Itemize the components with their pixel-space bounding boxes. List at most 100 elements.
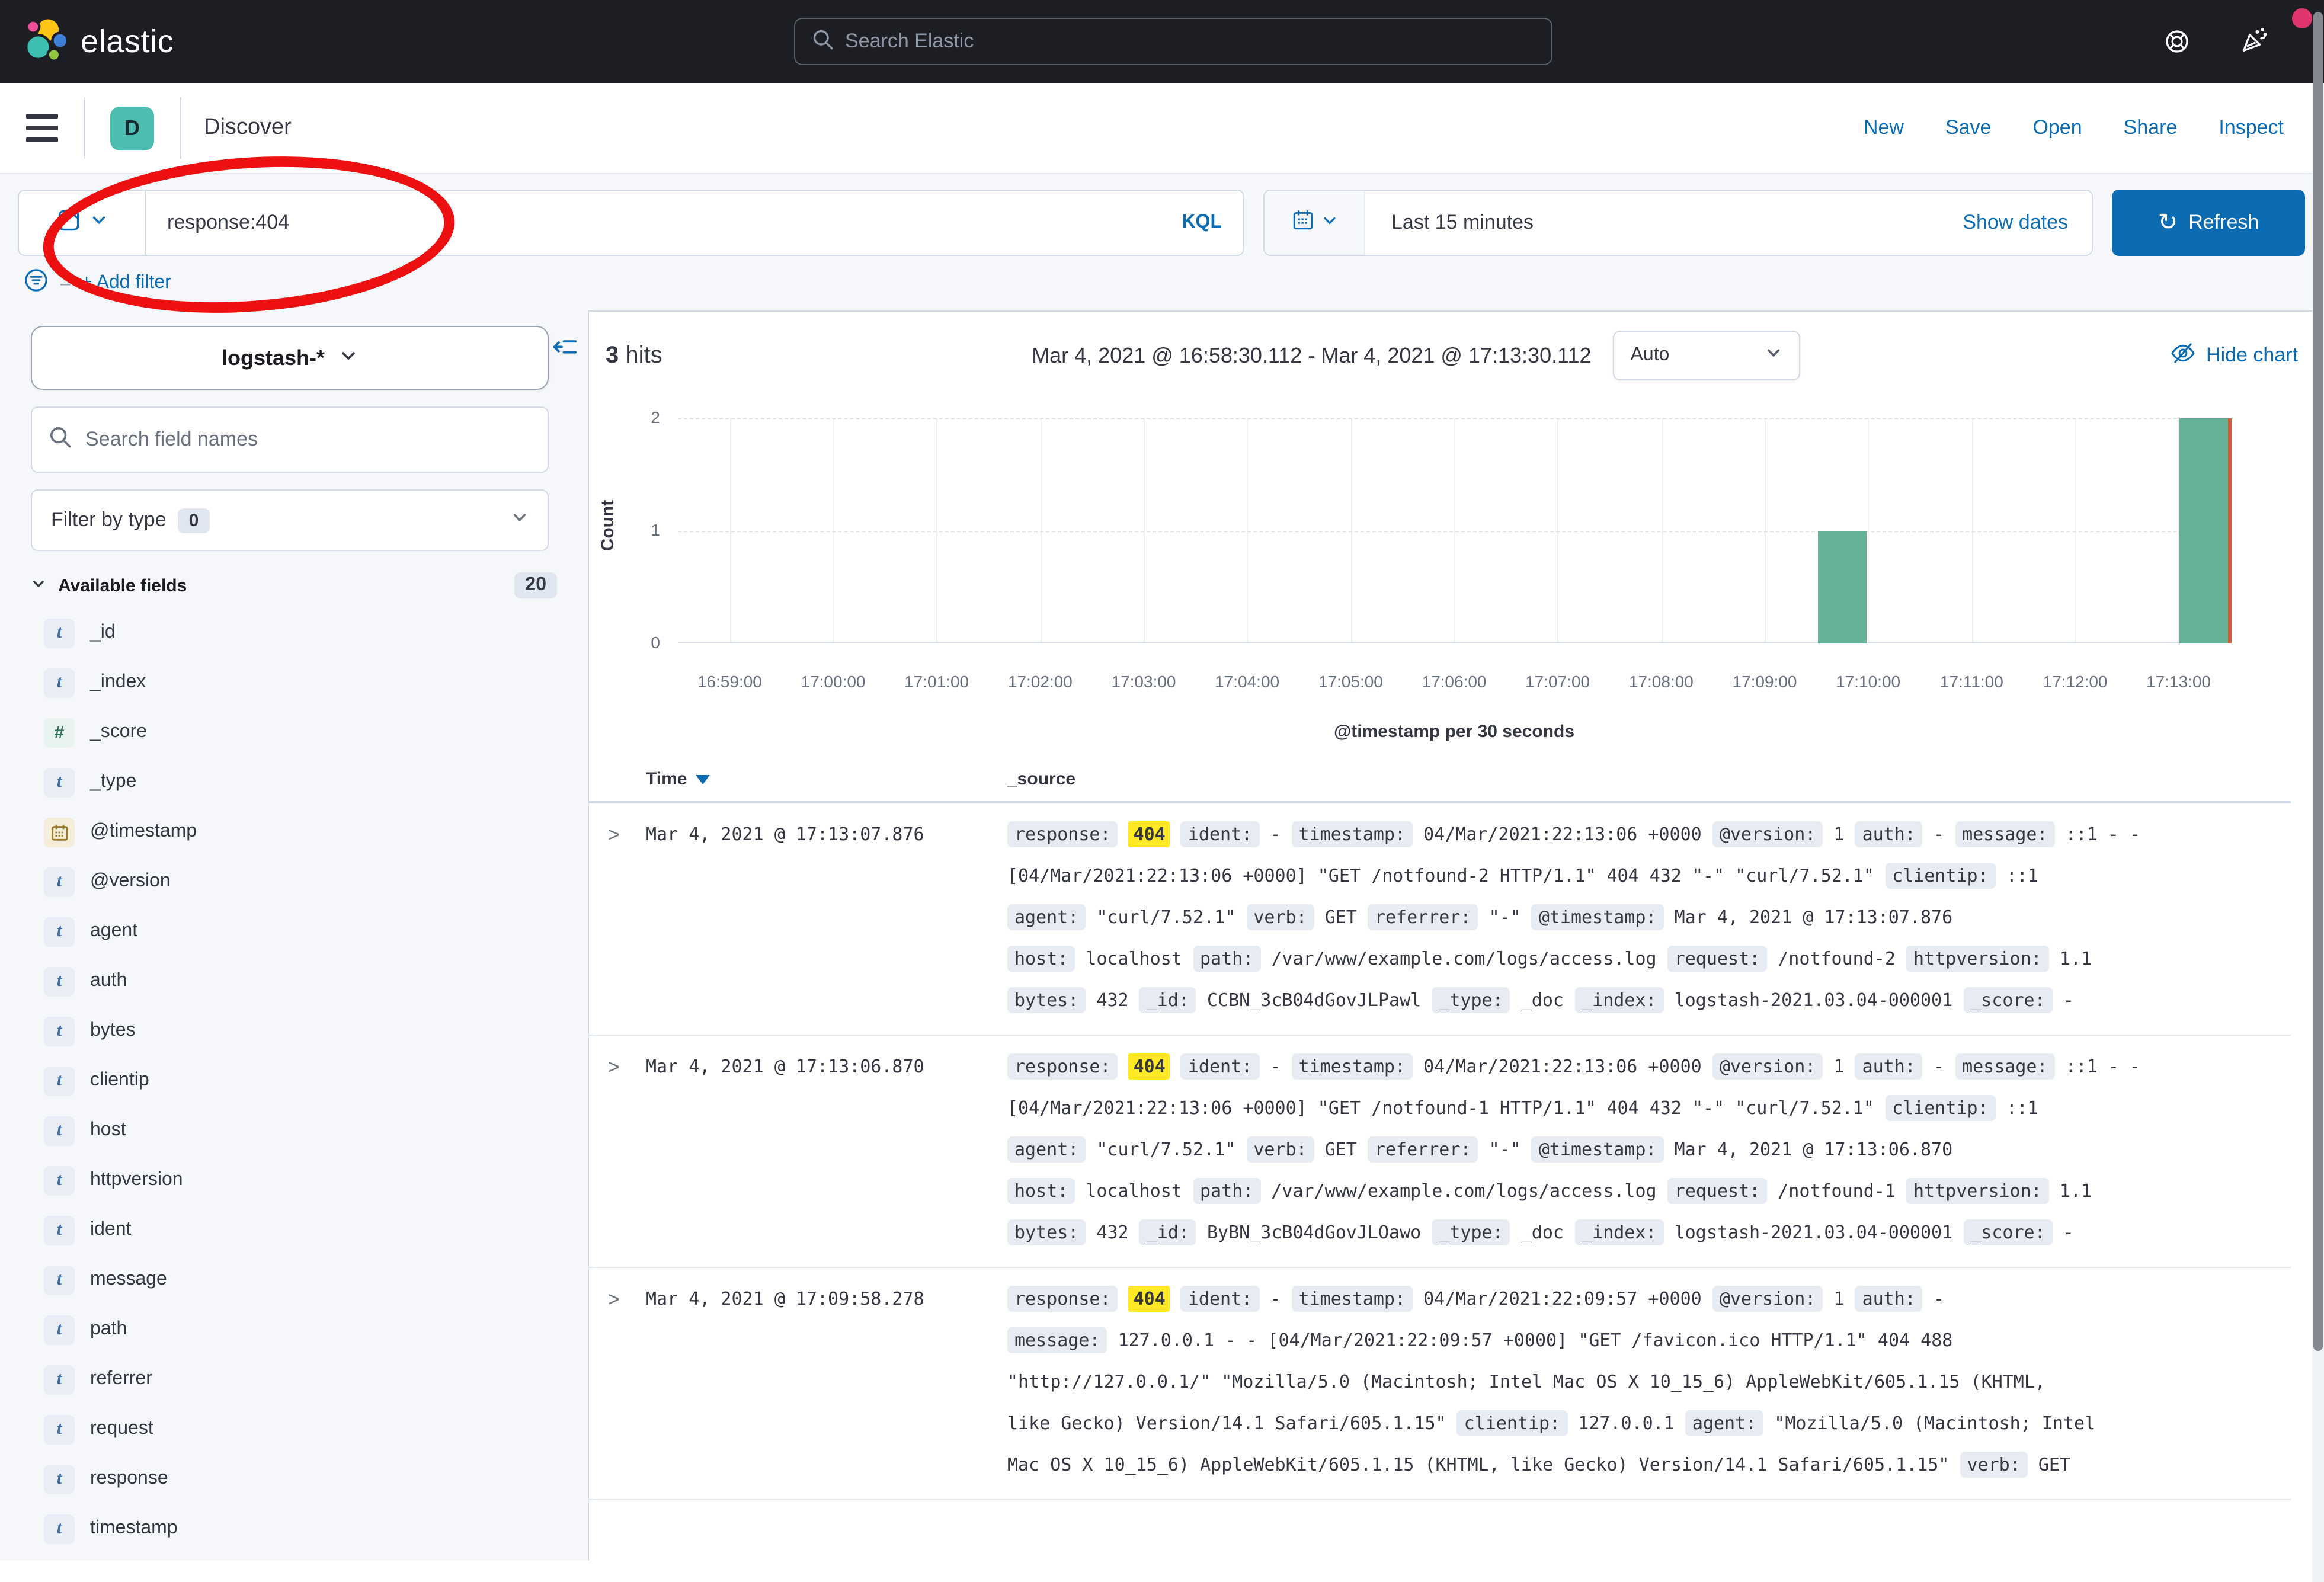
filter-icon[interactable]	[23, 267, 50, 300]
field-item-host[interactable]: thost	[0, 1106, 588, 1155]
field-name: bytes	[90, 1020, 136, 1042]
field-value: GET	[1325, 1139, 1357, 1160]
histogram-bar-17:13:00[interactable]	[2180, 418, 2229, 643]
nav-action-inspect[interactable]: Inspect	[2219, 116, 2284, 140]
hide-chart-button[interactable]: Hide chart	[2169, 340, 2298, 372]
expand-row-icon[interactable]: >	[589, 814, 646, 1021]
elastic-logo[interactable]: elastic	[0, 15, 174, 68]
document-rows: > Mar 4, 2021 @ 17:13:07.876 response: 404…	[589, 803, 2324, 1500]
nav-action-share[interactable]: Share	[2124, 116, 2178, 140]
field-search-placeholder: Search field names	[85, 428, 258, 451]
time-column-header[interactable]: Time	[646, 769, 1007, 789]
field-item-timestamp[interactable]: @timestamp	[0, 807, 588, 857]
field-name-badge: @version:	[1712, 1053, 1823, 1080]
field-item-type[interactable]: t_type	[0, 757, 588, 807]
row-source: response: 404 ident: - timestamp: 04/Mar…	[1007, 1279, 2291, 1486]
field-name-badge: httpversion:	[1906, 1178, 2049, 1204]
nav-action-open[interactable]: Open	[2032, 116, 2082, 140]
refresh-button[interactable]: ↻ Refresh	[2112, 190, 2305, 256]
x-tick-label: 17:11:00	[1940, 672, 2003, 691]
expand-row-icon[interactable]: >	[589, 1046, 646, 1254]
field-item-version[interactable]: t@version	[0, 857, 588, 907]
field-item-index[interactable]: t_index	[0, 658, 588, 707]
field-name: response	[90, 1468, 168, 1490]
nav-action-save[interactable]: Save	[1945, 116, 1992, 140]
field-value: 04/Mar/2021:22:13:06 +0000	[1423, 824, 1702, 845]
divider	[84, 97, 85, 159]
field-item-timestamp[interactable]: ttimestamp	[0, 1504, 588, 1554]
field-value: Mar 4, 2021 @ 17:13:07.876	[1675, 907, 1953, 928]
discover-app-badge[interactable]: D	[110, 106, 154, 150]
y-tick-label: 0	[613, 633, 660, 652]
scrollbar-thumb[interactable]	[2313, 12, 2323, 1351]
field-name-badge: _index:	[1574, 987, 1663, 1013]
interval-select[interactable]: Auto	[1613, 331, 1800, 380]
x-tick-label: 17:04:00	[1215, 672, 1279, 691]
field-name: auth	[90, 971, 127, 992]
field-name-badge: message:	[1955, 1053, 2055, 1080]
newsfeed-icon[interactable]	[2239, 25, 2269, 62]
time-range-value[interactable]: Last 15 minutes	[1365, 211, 1963, 235]
chevron-down-icon	[511, 508, 529, 532]
field-value: localhost	[1086, 948, 1182, 969]
menu-icon[interactable]	[26, 114, 58, 142]
field-item-clientip[interactable]: tclientip	[0, 1056, 588, 1106]
query-input[interactable]: response:404 KQL	[18, 190, 1244, 256]
collapse-sidebar-icon[interactable]	[552, 334, 578, 366]
page-scrollbar[interactable]	[2312, 0, 2324, 1582]
field-search-input[interactable]: Search field names	[31, 406, 549, 473]
help-icon[interactable]	[2163, 27, 2191, 62]
field-name-badge: _id:	[1139, 987, 1196, 1013]
field-name-badge: _score:	[1963, 987, 2052, 1013]
field-item-id[interactable]: t_id	[0, 608, 588, 658]
available-fields-header[interactable]: Available fields 20	[31, 572, 557, 598]
field-value: 04/Mar/2021:22:13:06 +0000	[1423, 1056, 1702, 1077]
field-item-auth[interactable]: tauth	[0, 956, 588, 1006]
field-name-badge: request:	[1667, 946, 1768, 972]
field-item-agent[interactable]: tagent	[0, 907, 588, 956]
field-item-ident[interactable]: tident	[0, 1205, 588, 1255]
global-search-input[interactable]: Search Elastic	[794, 18, 1552, 65]
field-name: host	[90, 1120, 126, 1141]
field-item-httpversion[interactable]: thttpversion	[0, 1155, 588, 1205]
filter-by-type[interactable]: Filter by type 0	[31, 489, 549, 551]
expand-row-icon[interactable]: >	[589, 1279, 646, 1486]
nav-action-new[interactable]: New	[1864, 116, 1904, 140]
text-field-icon: t	[44, 767, 75, 797]
x-tick-label: 17:10:00	[1836, 672, 1900, 691]
field-name-badge: verb:	[1246, 904, 1314, 930]
saved-query-menu[interactable]	[19, 191, 146, 255]
current-time-marker	[2228, 418, 2232, 643]
histogram-bar-17:09:30[interactable]	[1817, 531, 1867, 643]
field-value: [04/Mar/2021:22:13:06 +0000] "GET /notfo…	[1007, 865, 1874, 886]
field-value: -	[1934, 1288, 1944, 1309]
field-value: -	[1270, 1056, 1281, 1077]
field-item-bytes[interactable]: tbytes	[0, 1006, 588, 1056]
field-value: ::1	[2006, 865, 2038, 886]
chart-plot-area[interactable]	[678, 418, 2230, 643]
chevron-down-icon	[31, 575, 46, 595]
field-item-score[interactable]: #_score	[0, 707, 588, 757]
field-name-badge: auth:	[1855, 821, 1923, 847]
text-field-icon: t	[44, 1215, 75, 1245]
index-pattern-selector[interactable]: logstash-*	[31, 326, 549, 390]
add-filter-button[interactable]: + Add filter	[81, 273, 171, 294]
field-name: ident	[90, 1219, 131, 1241]
field-item-referrer[interactable]: treferrer	[0, 1354, 588, 1404]
quick-select-menu[interactable]	[1265, 191, 1365, 255]
query-language-button[interactable]: KQL	[1182, 212, 1243, 233]
calendar-icon	[1291, 209, 1314, 237]
field-value: ::1 - -	[2066, 1056, 2140, 1077]
field-name-badge: bytes:	[1007, 987, 1086, 1013]
field-name: @timestamp	[90, 821, 197, 843]
show-dates-button[interactable]: Show dates	[1963, 211, 2092, 235]
field-item-response[interactable]: tresponse	[0, 1454, 588, 1504]
fields-sidebar: logstash-* Search field names Filter by …	[0, 310, 589, 1561]
field-name-badge: verb:	[1960, 1452, 2028, 1478]
field-name-badge: referrer:	[1368, 904, 1478, 930]
elastic-logo-icon	[24, 15, 69, 68]
query-text[interactable]: response:404	[146, 211, 1182, 235]
field-item-request[interactable]: trequest	[0, 1404, 588, 1454]
field-item-message[interactable]: tmessage	[0, 1255, 588, 1305]
field-item-path[interactable]: tpath	[0, 1305, 588, 1354]
